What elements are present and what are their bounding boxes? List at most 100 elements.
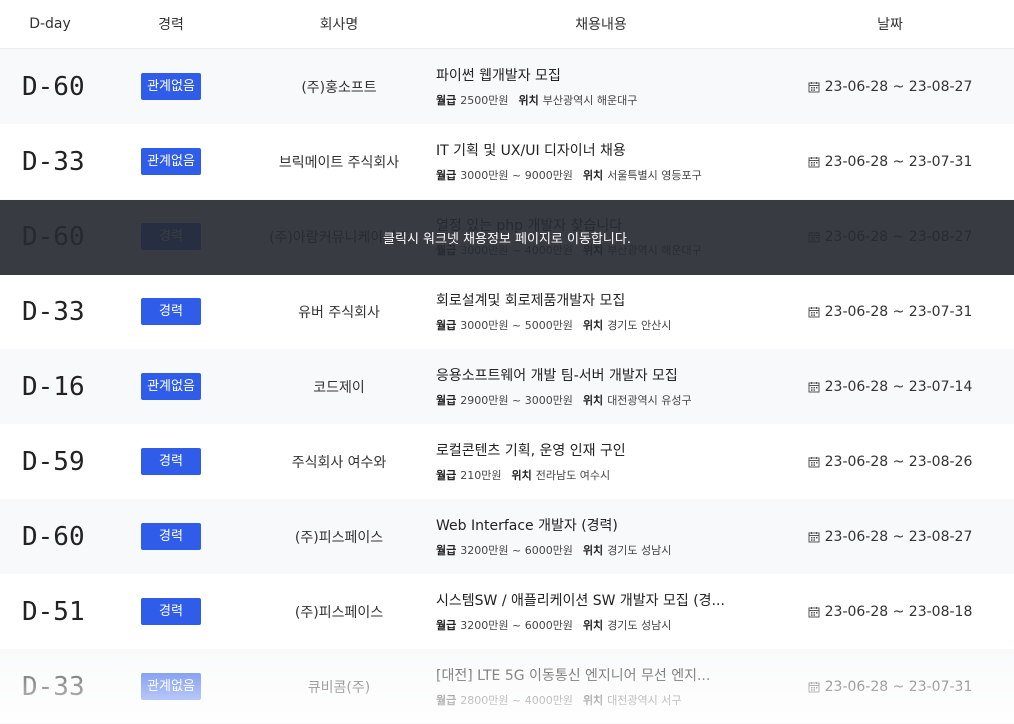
job-meta: 월급 210만원 위치 전라남도 여수시 [436,467,766,483]
location-value: 대전광역시 서구 [607,694,682,707]
calendar-icon [808,156,820,168]
calendar-icon [808,381,820,393]
date-range: 23-06-28 ~ 23-07-31 [824,678,973,695]
location-label: 위치 [582,694,604,707]
salary-value: 210만원 [460,469,502,482]
date-range: 23-06-28 ~ 23-08-27 [824,528,973,545]
company-name: 주식회사 여수와 [291,454,387,471]
dday-value: D-16 [22,371,85,402]
career-cell: 관계없음 [100,373,242,400]
table-row[interactable]: D-51 경력 (주)피스페이스 시스템SW / 애플리케이션 SW 개발자 모집 (… [0,574,1014,649]
salary-label: 월급 [436,619,457,632]
date-range: 23-06-28 ~ 23-08-26 [824,453,973,470]
career-badge: 관계없음 [141,373,201,400]
dday-value: D-59 [22,446,85,477]
header-date: 날짜 [877,17,903,33]
date-cell: 23-06-28 ~ 23-07-31 [766,304,1014,320]
table-row[interactable]: D-33 경력 유버 주식회사 회로설계및 회로제품개발자 모집 월급 3000만원 ~ … [0,274,1014,349]
calendar-icon [808,81,820,93]
career-cell: 관계없음 [100,148,242,175]
job-content: 응용소프트웨어 개발 팀-서버 개발자 모집 월급 2900만원 ~ 3000만원 위… [436,365,766,408]
job-meta: 월급 2900만원 ~ 3000만원 위치 대전광역시 유성구 [436,392,766,408]
location-label: 위치 [582,619,604,632]
job-title: Web Interface 개발자 (경력) [436,518,618,534]
salary-label: 월급 [436,169,457,182]
career-cell: 관계없음 [100,73,242,100]
career-cell: 경력 [100,598,242,625]
location-value: 대전광역시 유성구 [607,394,692,407]
location-label: 위치 [582,169,604,182]
career-badge: 경력 [141,523,201,550]
location-value: 경기도 안산시 [607,319,672,332]
job-meta: 월급 3200만원 ~ 6000만원 위치 경기도 성남시 [436,542,766,558]
header-content: 채용내용 [575,17,627,33]
job-content: 회로설계및 회로제품개발자 모집월급 3000만원 ~ 5000만원 위치 경기도 안… [436,290,766,333]
table-body: D-60 관계없음 (주)홍소프트 파이썬 웹개발자 모집 월급 2500만원 위치 부산광역… [0,49,1014,724]
location-value: 서울특별시 영등포구 [607,169,702,182]
job-title: 파이썬 웹개발자 모집 [436,68,561,84]
date-range: 23-06-28 ~ 23-07-31 [824,153,973,170]
calendar-icon [808,606,820,618]
career-badge: 관계없음 [141,673,201,700]
location-value: 경기도 성남시 [607,544,672,557]
calendar-icon [808,306,820,318]
dday-value: D-33 [22,296,85,327]
location-label: 위치 [518,94,539,107]
job-meta: 월급 2800만원 ~ 4000만원 위치 대전광역시 서구 [436,692,766,708]
location-label: 위치 [511,469,532,482]
salary-value: 3200만원 ~ 6000만원 [460,619,573,632]
table-header: D-day 경력 회사명 채용내용 날짜 [0,0,1014,49]
table-row[interactable]: D-60 경력 (주)피스페이스 Web Interface 개발자 (경력) 월급 32… [0,499,1014,574]
salary-value: 2900만원 ~ 3000만원 [460,394,573,407]
row-hover-tooltip[interactable]: 클릭시 워크넷 채용정보 페이지로 이동합니다. [0,200,1014,275]
table-row[interactable]: D-33 관계없음 큐비콤(주) [대전] LTE 5G 이동통신 엔지니어 무선 엔… [0,649,1014,724]
date-cell: 23-06-28 ~ 23-08-27 [766,529,1014,545]
salary-value: 2800만원 ~ 4000만원 [460,694,573,707]
date-range: 23-06-28 ~ 23-08-18 [824,603,973,620]
date-cell: 23-06-28 ~ 23-08-27 [766,79,1014,95]
location-label: 위치 [582,394,604,407]
date-cell: 23-06-28 ~ 23-08-26 [766,454,1014,470]
job-title: IT 기획 및 UX/UI 디자이너 채용 [436,143,626,159]
date-cell: 23-06-28 ~ 23-07-31 [766,154,1014,170]
company-name: (주)피스페이스 [294,604,384,621]
date-cell: 23-06-28 ~ 23-07-14 [766,379,1014,395]
career-badge: 관계없음 [141,148,201,175]
company-name: 큐비콤(주) [307,679,371,696]
location-label: 위치 [582,319,604,332]
location-value: 부산광역시 해운대구 [542,94,638,107]
table-row[interactable]: D-33 관계없음 브릭메이트 주식회사 IT 기획 및 UX/UI 디자이너 채용 월… [0,124,1014,199]
career-badge: 관계없음 [141,73,201,100]
tooltip-text: 클릭시 워크넷 채용정보 페이지로 이동합니다. [383,232,631,247]
salary-label: 월급 [436,319,457,332]
career-cell: 경력 [100,448,242,475]
job-table: D-day 경력 회사명 채용내용 날짜 D-60 관계없음 (주)홍소프트 파이썬 … [0,0,1014,724]
header-dday: D-day [29,16,71,32]
location-label: 위치 [582,544,604,557]
calendar-icon [808,456,820,468]
job-content: 파이썬 웹개발자 모집 월급 2500만원 위치 부산광역시 해운대구 [436,65,766,108]
salary-value: 3000만원 ~ 9000만원 [460,169,573,182]
company-name: 코드제이 [313,379,365,396]
career-badge: 경력 [141,598,201,625]
company-name: (주)피스페이스 [294,529,384,546]
table-row[interactable]: D-59 경력 주식회사 여수와 로컬콘텐츠 기획, 운영 인재 구인 월급 210만원 위… [0,424,1014,499]
career-cell: 관계없음 [100,673,242,700]
calendar-icon [808,531,820,543]
job-content: IT 기획 및 UX/UI 디자이너 채용월급 3000만원 ~ 9000만원 위치… [436,140,766,183]
job-title: 응용소프트웨어 개발 팀-서버 개발자 모집 [436,368,678,384]
job-title: [대전] LTE 5G 이동통신 엔지니어 무선 엔지... [436,668,711,684]
job-title: 로컬콘텐츠 기획, 운영 인재 구인 [436,443,626,459]
dday-value: D-60 [22,71,85,102]
job-content: Web Interface 개발자 (경력) 월급 3200만원 ~ 6000만원 위… [436,515,766,558]
table-row[interactable]: D-16 관계없음 코드제이 응용소프트웨어 개발 팀-서버 개발자 모집 월급 2900… [0,349,1014,424]
job-meta: 월급 3200만원 ~ 6000만원 위치 경기도 성남시 [436,617,766,633]
date-cell: 23-06-28 ~ 23-08-18 [766,604,1014,620]
salary-label: 월급 [436,544,457,557]
job-content: 시스템SW / 애플리케이션 SW 개발자 모집 (경... 월급 3200만원 ~… [436,590,766,633]
location-value: 전라남도 여수시 [535,469,611,482]
dday-value: D-33 [22,146,85,177]
table-row[interactable]: D-60 관계없음 (주)홍소프트 파이썬 웹개발자 모집 월급 2500만원 위치 부산광역… [0,49,1014,124]
job-title: 회로설계및 회로제품개발자 모집 [436,293,626,309]
salary-value: 3000만원 ~ 5000만원 [460,319,573,332]
